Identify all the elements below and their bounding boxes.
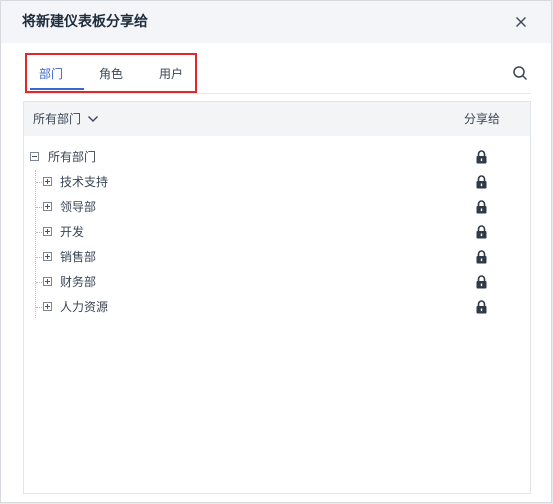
tree-node-label[interactable]: 技术支持 xyxy=(60,175,108,189)
expand-icon[interactable] xyxy=(43,302,52,311)
chevron-down-icon[interactable] xyxy=(87,113,99,125)
tree-node-label[interactable]: 开发 xyxy=(60,225,84,239)
tree-node-label[interactable]: 财务部 xyxy=(60,275,96,289)
tab-user[interactable]: 用户 xyxy=(159,67,183,81)
active-tab-indicator xyxy=(30,88,84,90)
tree-row-root: 所有部门 xyxy=(24,148,530,168)
share-dialog: 将新建仪表板分享给 部门 角色 用户 所有部门 分享给 所有部门 技术支持 领导… xyxy=(0,0,552,503)
tabs-highlight-box: 部门 角色 用户 xyxy=(25,53,197,93)
tab-role[interactable]: 角色 xyxy=(99,67,123,81)
dialog-header: 将新建仪表板分享给 xyxy=(1,1,551,43)
department-filter-label[interactable]: 所有部门 xyxy=(33,112,81,126)
tab-department[interactable]: 部门 xyxy=(39,67,63,81)
lock-icon[interactable] xyxy=(476,275,487,289)
close-icon[interactable] xyxy=(513,14,529,30)
lock-icon[interactable] xyxy=(476,150,487,164)
tree-row: 技术支持 xyxy=(24,173,530,193)
search-icon[interactable] xyxy=(512,65,528,81)
tree-row: 开发 xyxy=(24,223,530,243)
lock-icon[interactable] xyxy=(476,175,487,189)
lock-icon[interactable] xyxy=(476,225,487,239)
tree-node-label[interactable]: 领导部 xyxy=(60,200,96,214)
tree-row: 领导部 xyxy=(24,198,530,218)
expand-icon[interactable] xyxy=(43,277,52,286)
share-column-header: 分享给 xyxy=(463,112,500,126)
tree-node-label[interactable]: 人力资源 xyxy=(60,300,108,314)
expand-icon[interactable] xyxy=(43,227,52,236)
tree-row: 销售部 xyxy=(24,248,530,268)
dialog-title: 将新建仪表板分享给 xyxy=(22,14,148,30)
tabs-divider xyxy=(23,93,531,94)
expand-icon[interactable] xyxy=(43,202,52,211)
tree-node-label[interactable]: 销售部 xyxy=(60,250,96,264)
lock-icon[interactable] xyxy=(476,300,487,314)
expand-icon[interactable] xyxy=(43,252,52,261)
department-panel: 所有部门 分享给 所有部门 技术支持 领导部 开发 销售部 财务部 人力资源 xyxy=(23,101,531,494)
lock-icon[interactable] xyxy=(476,200,487,214)
tree-row: 人力资源 xyxy=(24,298,530,318)
collapse-icon[interactable] xyxy=(30,152,39,161)
tree-node-label[interactable]: 所有部门 xyxy=(48,150,96,164)
tree-row: 财务部 xyxy=(24,273,530,293)
expand-icon[interactable] xyxy=(43,177,52,186)
lock-icon[interactable] xyxy=(476,250,487,264)
panel-header: 所有部门 分享给 xyxy=(24,102,530,136)
